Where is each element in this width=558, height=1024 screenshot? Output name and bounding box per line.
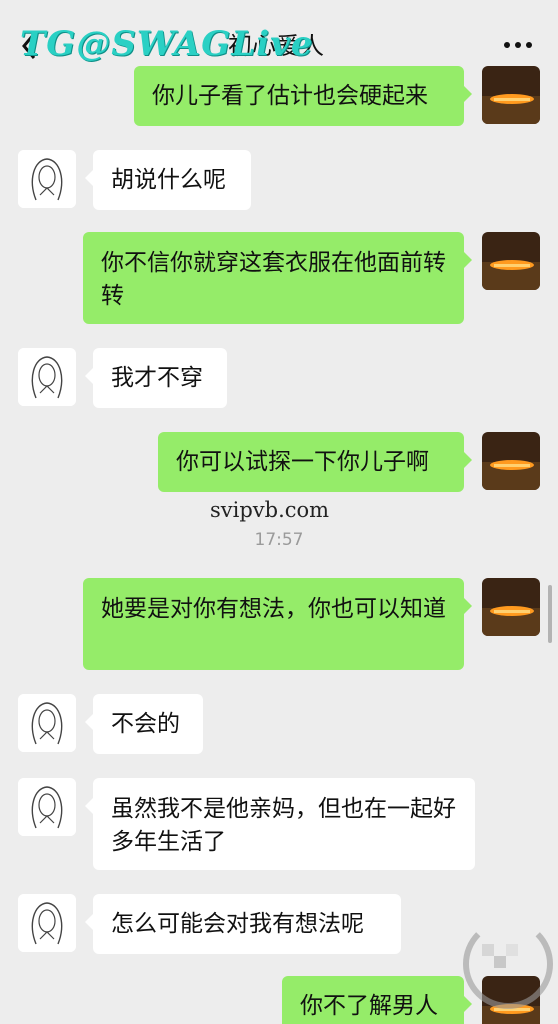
message-bubble-outgoing[interactable]: 她要是对你有想法，你也可以知道 xyxy=(83,578,472,670)
scrollbar[interactable] xyxy=(548,585,552,643)
chat-screen: 初心爱人 TG@SWAGLive 你儿子看了估计也会硬起来 胡说什么呢 你不信你… xyxy=(0,0,558,1024)
contact-avatar[interactable] xyxy=(18,348,76,406)
message-bubble-outgoing[interactable]: 你不了解男人 xyxy=(282,976,472,1024)
contact-avatar[interactable] xyxy=(18,694,76,752)
site-watermark: svipvb.com xyxy=(210,498,330,522)
my-avatar[interactable] xyxy=(482,66,540,124)
my-avatar[interactable] xyxy=(482,578,540,636)
more-dots-icon xyxy=(504,42,532,48)
message-bubble-incoming[interactable]: 胡说什么呢 xyxy=(85,150,251,210)
my-avatar[interactable] xyxy=(482,432,540,490)
message-bubble-incoming[interactable]: 我才不穿 xyxy=(85,348,227,408)
message-bubble-outgoing[interactable]: 你不信你就穿这套衣服在他面前转转 xyxy=(83,232,472,324)
message-bubble-outgoing[interactable]: 你儿子看了估计也会硬起来 xyxy=(134,66,472,126)
contact-avatar[interactable] xyxy=(18,894,76,952)
contact-avatar[interactable] xyxy=(18,778,76,836)
message-bubble-incoming[interactable]: 虽然我不是他亲妈，但也在一起好多年生活了 xyxy=(85,778,475,870)
my-avatar[interactable] xyxy=(482,232,540,290)
message-bubble-incoming[interactable]: 怎么可能会对我有想法呢 xyxy=(85,894,401,954)
tg-watermark: TG@SWAGLive xyxy=(20,24,314,64)
corner-logo-watermark xyxy=(463,916,553,1009)
contact-avatar[interactable] xyxy=(18,150,76,208)
message-bubble-outgoing[interactable]: 你可以试探一下你儿子啊 xyxy=(158,432,472,492)
message-bubble-incoming[interactable]: 不会的 xyxy=(85,694,203,754)
more-button[interactable] xyxy=(500,30,536,60)
message-timestamp: 17:57 xyxy=(254,530,304,550)
